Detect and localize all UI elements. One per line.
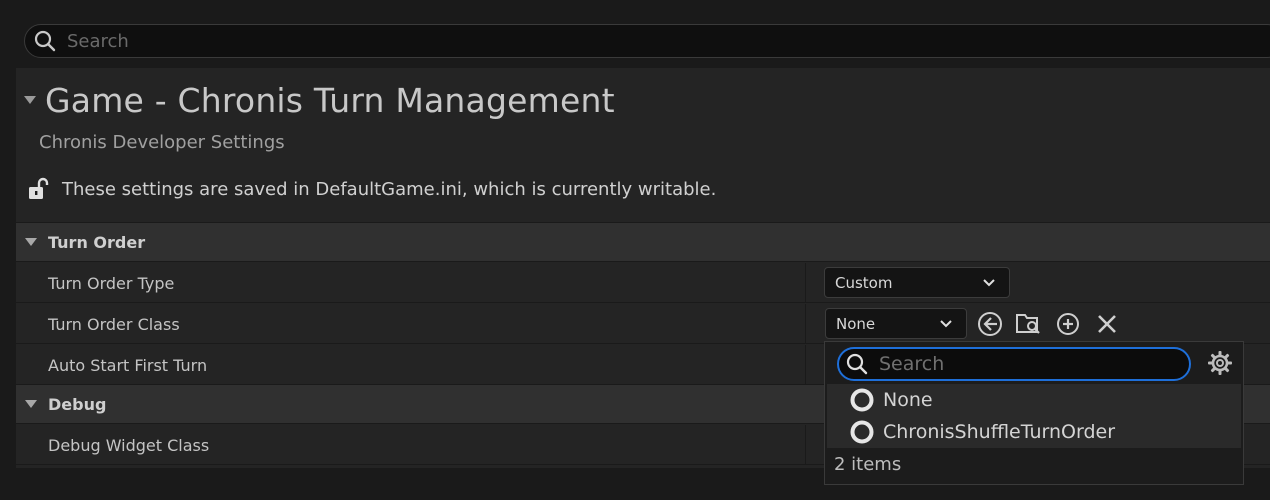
class-picker-search-input[interactable] xyxy=(879,353,1169,375)
writable-message: These settings are saved in DefaultGame.… xyxy=(62,178,717,200)
category-label: Turn Order xyxy=(48,232,146,252)
section-subtitle: Chronis Developer Settings xyxy=(39,132,285,153)
property-row-turn-order-class: Turn Order Class None xyxy=(16,304,1270,344)
category-turn-order[interactable]: Turn Order xyxy=(16,222,1270,262)
list-item[interactable]: ChronisShuffleTurnOrder xyxy=(827,416,1241,448)
property-row-turn-order-type: Turn Order Type Custom xyxy=(16,263,1270,303)
category-label: Debug xyxy=(48,394,107,414)
settings-search-input[interactable] xyxy=(67,30,1167,52)
list-item-label: None xyxy=(883,389,933,411)
folder-search-icon[interactable] xyxy=(1014,309,1042,337)
chevron-down-icon xyxy=(983,278,995,286)
unlocked-lock-icon[interactable] xyxy=(26,176,52,202)
column-divider[interactable] xyxy=(805,345,806,384)
class-picker-dropdown: None ChronisShuffleTurnOrder 2 items xyxy=(824,341,1244,485)
property-name: Turn Order Class xyxy=(48,315,180,334)
property-name: Debug Widget Class xyxy=(48,436,210,455)
column-divider[interactable] xyxy=(805,425,806,464)
turn-order-type-combo[interactable]: Custom xyxy=(824,267,1010,298)
property-name: Turn Order Type xyxy=(48,274,175,293)
search-icon xyxy=(34,30,56,52)
list-item-label: ChronisShuffleTurnOrder xyxy=(883,421,1116,443)
list-item[interactable]: None xyxy=(827,384,1241,416)
settings-search-bar[interactable] xyxy=(24,24,1270,58)
item-count: 2 items xyxy=(834,454,902,475)
search-icon xyxy=(846,353,868,375)
triangle-down-icon[interactable] xyxy=(24,235,38,249)
combo-value: None xyxy=(836,314,876,333)
turn-order-class-combo[interactable]: None xyxy=(825,308,967,339)
combo-value: Custom xyxy=(835,273,893,292)
ring-icon xyxy=(850,420,874,444)
class-picker-search-bar[interactable] xyxy=(837,347,1191,381)
column-divider[interactable] xyxy=(805,304,806,343)
triangle-down-icon[interactable] xyxy=(24,397,38,411)
triangle-down-icon[interactable] xyxy=(23,93,37,107)
gear-icon[interactable] xyxy=(1207,350,1233,376)
column-divider[interactable] xyxy=(805,263,806,302)
section-header[interactable]: Game - Chronis Turn Management xyxy=(16,80,615,120)
details-panel-root: Game - Chronis Turn Management Chronis D… xyxy=(0,0,1270,500)
arrow-left-circle-icon[interactable] xyxy=(976,310,1004,338)
property-name: Auto Start First Turn xyxy=(48,356,208,375)
close-icon[interactable] xyxy=(1093,310,1121,338)
section-title: Game - Chronis Turn Management xyxy=(45,80,615,120)
class-list: None ChronisShuffleTurnOrder xyxy=(827,384,1241,448)
ring-icon xyxy=(850,388,874,412)
writable-notice: These settings are saved in DefaultGame.… xyxy=(26,176,716,202)
plus-circle-icon[interactable] xyxy=(1054,310,1082,338)
chevron-down-icon xyxy=(940,319,952,327)
